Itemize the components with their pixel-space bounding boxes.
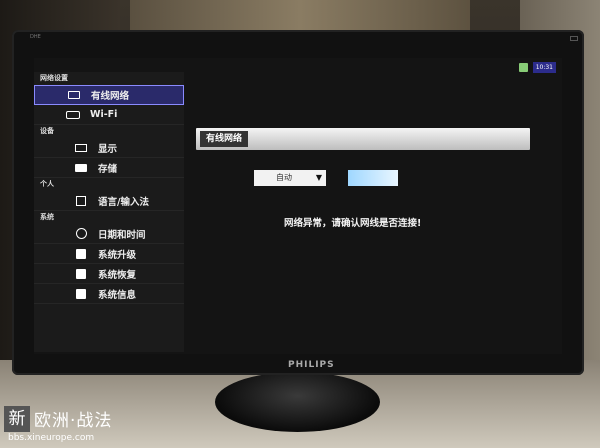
- monitor-model: DHE: [30, 34, 41, 40]
- sidebar-item-label: 语言/输入法: [98, 196, 149, 208]
- sidebar-item-label: Wi-Fi: [90, 109, 118, 120]
- sidebar-item-label: 有线网络: [91, 91, 130, 102]
- clock-icon: [72, 228, 90, 240]
- wifi-icon: [64, 109, 82, 121]
- section-system: 系统: [40, 213, 54, 221]
- settings-sidebar: 网络设置 有线网络 Wi-Fi 设备 显示 存储 个人 语言/输入法 系统 日期…: [34, 72, 184, 352]
- sidebar-item-label: 日期和时间: [98, 229, 146, 241]
- chevron-down-icon: ▼: [315, 173, 322, 182]
- connection-mode-select[interactable]: 自动 ▼: [254, 170, 326, 186]
- notification-icon: [519, 63, 528, 72]
- monitor: DHE PHILIPS 10:31 网络设置 有线网络 Wi-Fi 设备 显示 …: [12, 30, 584, 375]
- sidebar-item-label: 系统恢复: [98, 269, 137, 281]
- panel-title: 有线网络: [200, 131, 249, 147]
- power-indicator: [570, 36, 578, 41]
- section-network: 网络设置: [40, 74, 68, 82]
- confirm-button[interactable]: [348, 170, 398, 186]
- folder-icon: [72, 162, 90, 174]
- monitor-brand: PHILIPS: [288, 360, 335, 370]
- monitor-icon: [65, 89, 83, 101]
- section-device: 设备: [40, 127, 54, 135]
- sidebar-item-wifi[interactable]: Wi-Fi: [34, 105, 184, 125]
- screen: 10:31 网络设置 有线网络 Wi-Fi 设备 显示 存储 个人 语言/输入法…: [34, 58, 562, 354]
- sidebar-item-label: 系统升级: [98, 249, 137, 261]
- edit-icon: [72, 195, 90, 207]
- sidebar-item-label: 存储: [98, 163, 118, 175]
- upgrade-icon: [72, 248, 90, 260]
- sidebar-item-wired-network[interactable]: 有线网络: [34, 85, 184, 105]
- error-message: 网络异常，请确认网线是否连接!: [284, 218, 422, 229]
- sidebar-item-info[interactable]: 系统信息: [34, 284, 184, 304]
- sidebar-item-storage[interactable]: 存储: [34, 158, 184, 178]
- sidebar-item-datetime[interactable]: 日期和时间: [34, 224, 184, 244]
- watermark-title: 欧洲·战法: [34, 411, 113, 431]
- tv-icon: [72, 142, 90, 154]
- sidebar-item-display[interactable]: 显示: [34, 138, 184, 158]
- sidebar-item-restore[interactable]: 系统恢复: [34, 264, 184, 284]
- sidebar-item-label: 系统信息: [98, 289, 137, 301]
- watermark-url: bbs.xineurope.com: [8, 433, 95, 443]
- status-time: 10:31: [532, 62, 556, 73]
- restore-icon: [72, 268, 90, 280]
- sidebar-item-label: 显示: [98, 143, 118, 155]
- sidebar-item-language[interactable]: 语言/输入法: [34, 191, 184, 211]
- sidebar-item-upgrade[interactable]: 系统升级: [34, 244, 184, 264]
- mode-select-value: 自动: [276, 173, 292, 182]
- panel-header: 有线网络: [196, 128, 530, 150]
- monitor-stand: [215, 372, 380, 432]
- watermark-logo: 新: [4, 406, 30, 432]
- info-icon: [72, 288, 90, 300]
- section-personal: 个人: [40, 180, 54, 188]
